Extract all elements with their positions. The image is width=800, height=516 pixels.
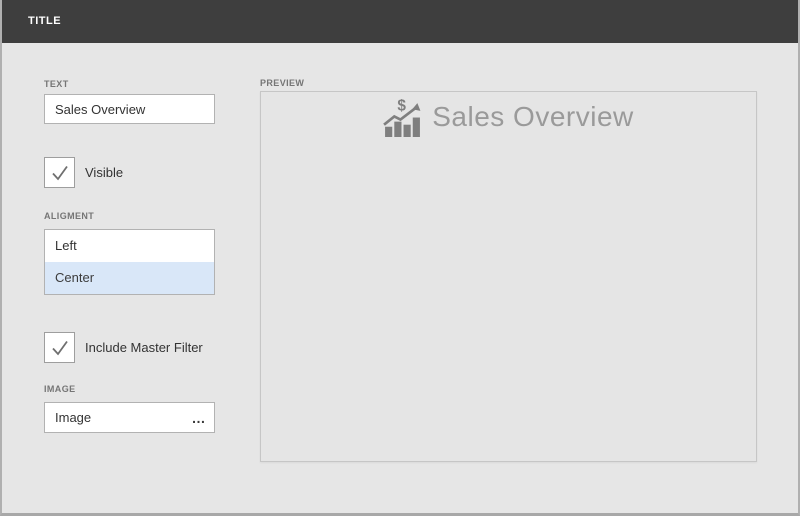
title-text-input[interactable] bbox=[44, 94, 215, 124]
editor-content: TEXT Visible ALIGMENT Left Center Incl bbox=[2, 43, 798, 513]
master-filter-checkbox-row: Include Master Filter bbox=[44, 332, 203, 363]
bar-chart-dollar-icon: $ bbox=[383, 97, 422, 137]
checkmark-icon bbox=[48, 161, 72, 185]
visible-checkbox-label: Visible bbox=[85, 165, 123, 180]
text-field-label: TEXT bbox=[44, 79, 69, 89]
master-filter-checkbox[interactable] bbox=[44, 332, 75, 363]
visible-checkbox-row: Visible bbox=[44, 157, 123, 188]
preview-box: $ Sales Overview bbox=[260, 91, 757, 462]
alignment-listbox: Left Center bbox=[44, 229, 215, 295]
image-browse-button[interactable]: … bbox=[184, 403, 214, 432]
checkmark-icon bbox=[48, 336, 72, 360]
preview-title-text: Sales Overview bbox=[432, 101, 634, 133]
master-filter-checkbox-label: Include Master Filter bbox=[85, 340, 203, 355]
window-titlebar: TITLE bbox=[0, 0, 800, 43]
preview-label: PREVIEW bbox=[260, 78, 304, 88]
svg-text:$: $ bbox=[398, 97, 407, 114]
preview-title-row: $ Sales Overview bbox=[261, 92, 756, 137]
window-title: TITLE bbox=[0, 0, 61, 43]
visible-checkbox[interactable] bbox=[44, 157, 75, 188]
alignment-field-label: ALIGMENT bbox=[44, 211, 94, 221]
title-editor-window: TITLE TEXT Visible ALIGMENT Left Center bbox=[0, 0, 800, 516]
image-field-label: IMAGE bbox=[44, 384, 76, 394]
alignment-option-left[interactable]: Left bbox=[45, 230, 214, 262]
alignment-option-center[interactable]: Center bbox=[45, 262, 214, 294]
image-field: Image … bbox=[44, 402, 215, 433]
image-field-value[interactable]: Image bbox=[45, 410, 184, 425]
